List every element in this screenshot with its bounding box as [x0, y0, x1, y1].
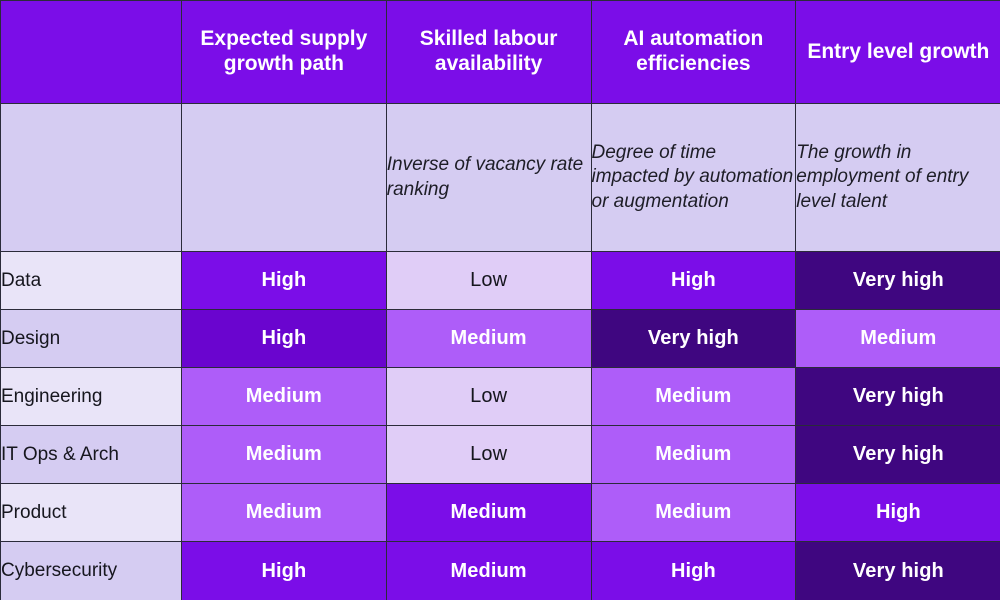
cell-skilled-4: Low: [385, 425, 592, 485]
cell-ai-5: Medium: [590, 483, 797, 543]
description-corner-cell: [0, 103, 182, 253]
table-row: Data High Low High Very high: [0, 251, 1000, 311]
cell-ai-4: Medium: [590, 425, 797, 485]
column-description-skilled: Inverse of vacancy rate ranking: [385, 103, 592, 253]
table-row: IT Ops & Arch Medium Low Medium Very high: [0, 425, 1000, 485]
column-description-supply: [181, 103, 387, 253]
row-label-cybersecurity: Cybersecurity: [0, 541, 182, 600]
cell-skilled-5: Medium: [385, 483, 592, 543]
cell-entry-1: Very high: [795, 251, 1000, 311]
cell-entry-6: Very high: [795, 541, 1000, 600]
cell-skilled-2: Medium: [385, 309, 592, 369]
table-row: Design High Medium Very high Medium: [0, 309, 1000, 369]
row-label-design: Design: [0, 309, 182, 369]
cell-skilled-1: Low: [385, 251, 592, 311]
column-description-ai: Degree of time impacted by automation or…: [590, 103, 797, 253]
cell-supply-2: High: [181, 309, 387, 369]
cell-supply-1: High: [181, 251, 387, 311]
skills-outlook-matrix: Expected supply growth path Skilled labou…: [0, 0, 1000, 600]
column-header-entry: Entry level growth: [795, 0, 1000, 105]
table-row: Cybersecurity High Medium High Very high: [0, 541, 1000, 600]
row-label-data: Data: [0, 251, 182, 311]
column-header-supply: Expected supply growth path: [181, 0, 387, 105]
header-corner-cell: [0, 0, 182, 105]
cell-ai-3: Medium: [590, 367, 797, 427]
column-description-entry: The growth in employment of entry level …: [795, 103, 1000, 253]
cell-ai-6: High: [590, 541, 797, 600]
cell-skilled-3: Low: [385, 367, 592, 427]
table-row: Product Medium Medium Medium High: [0, 483, 1000, 543]
cell-entry-4: Very high: [795, 425, 1000, 485]
cell-entry-3: Very high: [795, 367, 1000, 427]
cell-supply-6: High: [181, 541, 387, 600]
column-header-ai: AI automation efficiencies: [590, 0, 797, 105]
cell-supply-5: Medium: [181, 483, 387, 543]
row-label-product: Product: [0, 483, 182, 543]
row-label-it-ops-arch: IT Ops & Arch: [0, 425, 182, 485]
cell-entry-5: High: [795, 483, 1000, 543]
cell-entry-2: Medium: [795, 309, 1000, 369]
cell-supply-4: Medium: [181, 425, 387, 485]
row-label-engineering: Engineering: [0, 367, 182, 427]
table-row: Engineering Medium Low Medium Very high: [0, 367, 1000, 427]
cell-skilled-6: Medium: [385, 541, 592, 600]
column-description-row: Inverse of vacancy rate ranking Degree of…: [0, 103, 1000, 253]
cell-ai-2: Very high: [590, 309, 797, 369]
column-header-skilled: Skilled labour availability: [385, 0, 592, 105]
cell-supply-3: Medium: [181, 367, 387, 427]
table-header-row: Expected supply growth path Skilled labou…: [0, 0, 1000, 105]
cell-ai-1: High: [590, 251, 797, 311]
